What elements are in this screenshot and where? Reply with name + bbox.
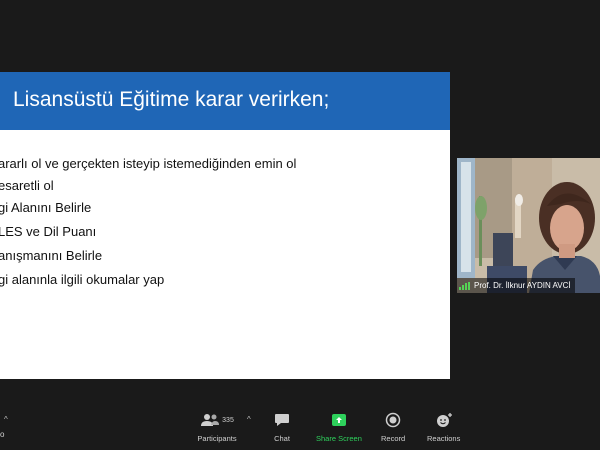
share-screen-icon xyxy=(331,414,346,426)
connection-signal-icon xyxy=(459,281,471,290)
chat-icon xyxy=(275,414,289,426)
share-screen-button[interactable]: Share Screen xyxy=(316,411,362,443)
chat-button[interactable]: Chat xyxy=(274,411,290,443)
participant-video-feed xyxy=(457,158,600,293)
slide-bullet: gi alanınla ilgili okumalar yap xyxy=(0,272,165,287)
participants-options-chevron-icon[interactable]: ^ xyxy=(247,415,251,424)
presentation-slide: Lisansüstü Eğitime karar verirken; ararl… xyxy=(0,72,450,379)
participants-button[interactable]: 335 Participants xyxy=(196,411,238,443)
slide-bullet: esaretli ol xyxy=(0,178,54,193)
shared-screen-area: Lisansüstü Eğitime karar verirken; ararl… xyxy=(0,0,600,405)
meeting-toolbar: ^ o 335 Participants ^ Chat Share Screen… xyxy=(0,405,600,450)
reactions-icon xyxy=(436,413,452,427)
toolbar-partial-label: o xyxy=(0,430,5,439)
reactions-button[interactable]: Reactions xyxy=(427,411,460,443)
reactions-label: Reactions xyxy=(427,434,461,443)
record-icon xyxy=(385,412,401,428)
participants-count: 335 xyxy=(222,416,234,424)
chevron-up-icon[interactable]: ^ xyxy=(4,415,8,424)
participants-icon xyxy=(201,414,220,426)
record-label: Record xyxy=(381,434,406,443)
participant-name-label: Prof. Dr. İlknur AYDIN AVCİ xyxy=(457,278,575,293)
slide-bullet: anışmanını Belirle xyxy=(0,248,103,263)
slide-title-bar: Lisansüstü Eğitime karar verirken; xyxy=(0,72,450,130)
slide-title: Lisansüstü Eğitime karar verirken; xyxy=(13,88,330,111)
share-screen-label: Share Screen xyxy=(316,434,362,443)
slide-bullet: LES ve Dil Puanı xyxy=(0,224,97,239)
chat-label: Chat xyxy=(274,434,290,443)
record-button[interactable]: Record xyxy=(381,411,405,443)
slide-bullet: ararlı ol ve gerçekten isteyip istemediğ… xyxy=(0,156,297,171)
slide-bullet: gi Alanını Belirle xyxy=(0,200,92,215)
participants-label: Participants xyxy=(197,434,237,443)
participant-video-tile[interactable]: Prof. Dr. İlknur AYDIN AVCİ xyxy=(457,158,600,293)
participant-name: Prof. Dr. İlknur AYDIN AVCİ xyxy=(474,281,571,290)
